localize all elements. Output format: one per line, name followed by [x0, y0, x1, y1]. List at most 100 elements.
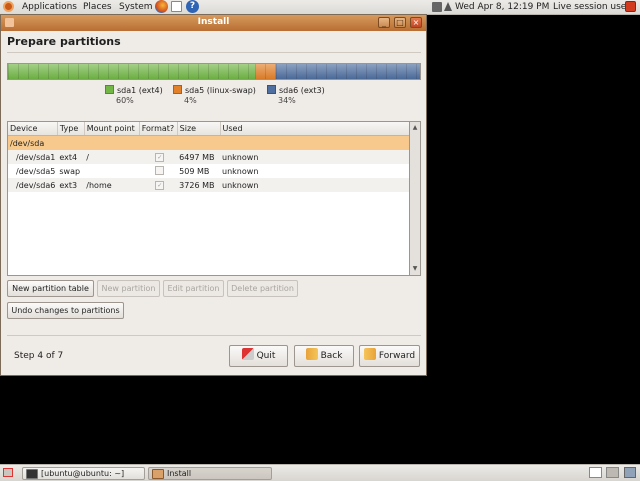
- cell-mount: /home: [84, 178, 140, 192]
- delete-partition-button[interactable]: Delete partition: [227, 280, 298, 297]
- firefox-icon[interactable]: [155, 0, 168, 13]
- power-icon[interactable]: [625, 1, 636, 12]
- undo-changes-button[interactable]: Undo changes to partitions: [7, 302, 124, 319]
- new-partition-table-button[interactable]: New partition table: [7, 280, 94, 297]
- legend-percent: 60%: [116, 96, 134, 105]
- disk-label: /dev/sda: [8, 135, 409, 150]
- quit-label: Quit: [256, 351, 276, 361]
- table-row[interactable]: /dev/sda1 ext4 / ✓ 6497 MB unknown: [8, 150, 409, 164]
- cell-size: 6497 MB: [177, 150, 221, 164]
- forward-label: Forward: [378, 351, 416, 361]
- terminal-icon: [26, 469, 38, 479]
- page-title: Prepare partitions: [7, 35, 121, 48]
- column-header-mount-point[interactable]: Mount point: [84, 122, 140, 136]
- legend-swatch-sda1: [105, 85, 114, 94]
- column-header-used[interactable]: Used: [220, 122, 409, 136]
- table-row-disk[interactable]: /dev/sda: [8, 135, 409, 150]
- top-panel: Applications Places System ? Wed Apr 8, …: [0, 0, 640, 15]
- help-icon[interactable]: ?: [186, 0, 199, 13]
- cell-type: ext4: [57, 150, 85, 164]
- legend-swatch-sda5: [173, 85, 182, 94]
- column-header-format[interactable]: Format?: [139, 122, 178, 136]
- cell-device: /dev/sda6: [8, 178, 58, 192]
- cell-used: unknown: [220, 178, 409, 192]
- cell-mount: /: [84, 150, 140, 164]
- legend-swatch-sda6: [267, 85, 276, 94]
- install-window: Install _ □ × Prepare partitions sda1 (e…: [0, 14, 427, 376]
- column-header-type[interactable]: Type: [57, 122, 85, 136]
- legend-sda1: sda1 (ext4) 60%: [105, 85, 163, 105]
- scroll-up-icon[interactable]: ▲: [411, 124, 419, 132]
- legend-percent: 34%: [278, 96, 296, 105]
- partition-bar: [7, 63, 421, 80]
- quit-button[interactable]: Quit: [229, 345, 288, 367]
- cell-type: ext3: [57, 178, 85, 192]
- edit-partition-button[interactable]: Edit partition: [163, 280, 224, 297]
- cell-size: 3726 MB: [177, 178, 221, 192]
- quit-icon: [241, 348, 254, 360]
- clock[interactable]: Wed Apr 8, 12:19 PM: [455, 1, 549, 13]
- heading-divider: [7, 52, 421, 53]
- back-label: Back: [320, 351, 343, 361]
- partition-segment-1: [8, 64, 256, 79]
- partition-table[interactable]: Device Type Mount point Format? Size Use…: [7, 121, 410, 276]
- session-user[interactable]: Live session user: [553, 1, 630, 13]
- cell-format: ✓: [139, 178, 178, 192]
- volume-icon[interactable]: [444, 2, 452, 11]
- partition-segment-3: [275, 64, 420, 79]
- workspace-1-icon[interactable]: [589, 467, 602, 478]
- legend-label: sda5 (linux-swap): [185, 86, 256, 95]
- format-checkbox[interactable]: ✓: [155, 181, 165, 190]
- cell-device: /dev/sda5: [16, 166, 56, 176]
- cell-format: ✓: [139, 150, 178, 164]
- table-scrollbar[interactable]: ▲ ▼: [410, 121, 421, 276]
- cell-size: 509 MB: [179, 166, 210, 176]
- footer-divider: [7, 335, 421, 336]
- mail-icon[interactable]: [171, 1, 182, 12]
- maximize-button[interactable]: □: [394, 17, 406, 28]
- close-button[interactable]: ×: [410, 17, 422, 28]
- legend-label: sda6 (ext3): [279, 86, 325, 95]
- window-titlebar[interactable]: Install _ □ ×: [1, 15, 426, 31]
- new-partition-button[interactable]: New partition: [97, 280, 160, 297]
- install-icon: [152, 469, 164, 479]
- task-label: Install: [167, 469, 192, 478]
- trash-icon[interactable]: [624, 467, 636, 478]
- menu-system[interactable]: System: [119, 1, 153, 13]
- format-checkbox[interactable]: ✓: [155, 153, 165, 162]
- back-arrow-icon: [305, 348, 318, 360]
- menu-places[interactable]: Places: [83, 1, 112, 13]
- legend-sda6: sda6 (ext3) 34%: [267, 85, 325, 105]
- workspace-2-icon[interactable]: [606, 467, 619, 478]
- table-row[interactable]: /dev/sda6 ext3 /home ✓ 3726 MB unknown: [8, 178, 409, 192]
- column-header-device[interactable]: Device: [8, 122, 58, 136]
- minimize-button[interactable]: _: [378, 17, 390, 28]
- network-icon[interactable]: [432, 2, 442, 12]
- show-desktop-icon[interactable]: [3, 468, 13, 477]
- table-row[interactable]: /dev/sda5 swap 509 MB unknown: [8, 164, 409, 178]
- legend-label: sda1 (ext4): [117, 86, 163, 95]
- bottom-panel: [ubuntu@ubuntu: ~] Install: [0, 464, 640, 481]
- cell-used: unknown: [222, 166, 259, 176]
- taskbar-install[interactable]: Install: [148, 467, 272, 480]
- back-button[interactable]: Back: [294, 345, 354, 367]
- task-label: [ubuntu@ubuntu: ~]: [41, 469, 125, 478]
- ubuntu-logo-icon[interactable]: [3, 1, 14, 12]
- legend-percent: 4%: [184, 96, 197, 105]
- menu-applications[interactable]: Applications: [22, 1, 77, 13]
- column-header-size[interactable]: Size: [177, 122, 221, 136]
- cell-format: [139, 164, 177, 178]
- cell-type: swap: [59, 166, 81, 176]
- partition-segment-2: [255, 64, 276, 79]
- forward-arrow-icon: [363, 348, 376, 360]
- cell-mount: [84, 164, 139, 178]
- cell-device: /dev/sda1: [8, 150, 58, 164]
- forward-button[interactable]: Forward: [359, 345, 420, 367]
- step-indicator: Step 4 of 7: [14, 351, 64, 361]
- legend-sda5: sda5 (linux-swap) 4%: [173, 85, 256, 105]
- taskbar-terminal[interactable]: [ubuntu@ubuntu: ~]: [22, 467, 145, 480]
- window-title: Install: [197, 17, 230, 27]
- scroll-down-icon[interactable]: ▼: [411, 265, 419, 273]
- format-checkbox[interactable]: [155, 165, 165, 175]
- cell-used: unknown: [220, 150, 409, 164]
